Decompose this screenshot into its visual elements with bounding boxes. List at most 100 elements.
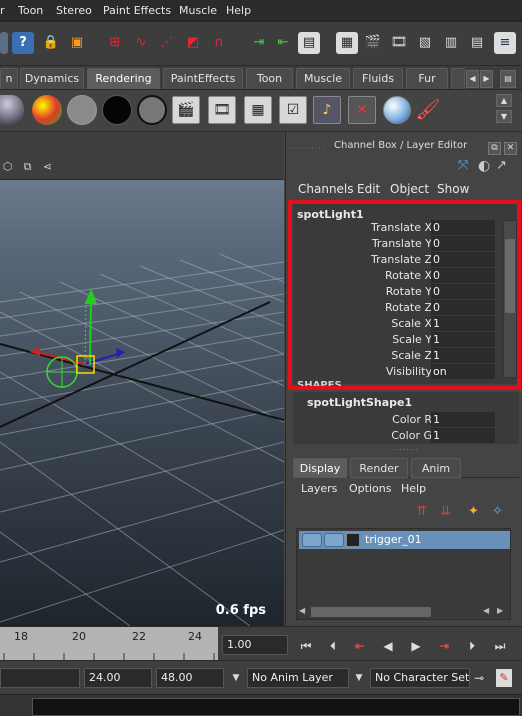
shelf-menu-icon[interactable]: ▤: [500, 70, 516, 88]
menu-show[interactable]: Show: [437, 182, 469, 196]
shelf-tab-animation[interactable]: n: [0, 68, 18, 89]
shelf-tab-dynamics[interactable]: Dynamics: [20, 68, 84, 89]
ipr-clapper-icon[interactable]: 🎞: [208, 96, 236, 124]
tab-render[interactable]: Render: [350, 458, 408, 478]
visibility-toggle-icon[interactable]: ◐: [478, 158, 496, 176]
go-to-start-icon[interactable]: ⏮: [298, 638, 314, 654]
snap-curve-icon[interactable]: ∿: [130, 32, 152, 54]
close-panel-icon[interactable]: ✕: [504, 142, 517, 155]
toggle-attribute-editor-icon[interactable]: ≡: [494, 32, 516, 54]
select-by-hierarchy-icon[interactable]: ▣: [66, 32, 88, 54]
shelf-tab-fur[interactable]: Fur: [406, 68, 448, 89]
menu-edit[interactable]: Edit: [357, 182, 380, 196]
step-forward-key-icon[interactable]: ⇥: [436, 638, 452, 654]
channel-row[interactable]: Color R1: [293, 412, 499, 427]
range-start-field[interactable]: [0, 668, 80, 688]
axis-display-icon[interactable]: ⤧: [458, 158, 478, 176]
frame-icon[interactable]: ⧉: [20, 159, 35, 174]
tab-anim[interactable]: Anim: [411, 458, 461, 478]
anim-layer-dropdown-arrow-icon[interactable]: ▼: [230, 669, 242, 687]
shelf-tab-muscle[interactable]: Muscle: [296, 68, 350, 89]
tab-display[interactable]: Display: [293, 458, 347, 478]
shelf-tab-rendering[interactable]: Rendering: [87, 68, 160, 89]
render-settings-check-icon[interactable]: ☑: [279, 96, 307, 124]
anim-end-field[interactable]: 48.00: [156, 668, 224, 688]
output-ops-icon[interactable]: ⇤: [272, 32, 294, 54]
command-input[interactable]: [32, 698, 520, 716]
layer-list-hscrollbar[interactable]: ◀ ◀ ▶: [297, 605, 510, 619]
channel-value-field[interactable]: 1: [431, 428, 495, 443]
play-forwards-icon[interactable]: ▶: [408, 638, 424, 654]
panel-drag-handle[interactable]: ··········: [290, 144, 325, 153]
menu-item-help[interactable]: Help: [226, 4, 251, 17]
go-to-end-icon[interactable]: ⏭: [492, 638, 508, 654]
character-set-dropdown-arrow-icon[interactable]: ▼: [353, 669, 365, 687]
layer-color-swatch[interactable]: [346, 533, 360, 547]
shape-node-name[interactable]: spotLightShape1: [307, 396, 412, 409]
hypershade-shelf-icon[interactable]: ♪: [313, 96, 341, 124]
channel-value-field[interactable]: 1: [431, 412, 495, 427]
channel-row[interactable]: Color G1: [293, 428, 499, 443]
layer-row[interactable]: trigger_01: [299, 531, 510, 549]
snap-view-plane-icon[interactable]: ◩: [182, 32, 204, 54]
light-linking-icon[interactable]: [383, 96, 411, 124]
scroll-left-icon[interactable]: ◀: [483, 606, 489, 615]
menu-help[interactable]: Help: [401, 482, 426, 495]
input-ops-icon[interactable]: ⇥: [248, 32, 270, 54]
render-frame-icon[interactable]: ▦: [336, 32, 358, 54]
perspective-viewport[interactable]: ⬡ ⧉ ⋖ 0.6 fps: [0, 132, 284, 626]
step-forward-frame-icon[interactable]: ⏵: [464, 638, 480, 654]
scroll-right-icon[interactable]: ▶: [497, 606, 503, 615]
batch-render-icon[interactable]: ▦: [244, 96, 272, 124]
step-back-key-icon[interactable]: ⇤: [352, 638, 368, 654]
menu-channels[interactable]: Channels: [298, 182, 354, 196]
layer-visibility-toggle[interactable]: [302, 533, 322, 547]
shelf-scroll-left-icon[interactable]: ◀: [466, 70, 479, 88]
menu-item-toon[interactable]: Toon: [18, 4, 43, 17]
menu-item-muscle[interactable]: Muscle: [179, 4, 217, 17]
ramp-shader-icon[interactable]: [137, 95, 167, 125]
status-icon-partial[interactable]: [0, 32, 8, 54]
render-settings-icon[interactable]: ▧: [414, 32, 436, 54]
surface-shader-icon[interactable]: [102, 95, 132, 125]
shelf-tab-toon[interactable]: Toon: [246, 68, 293, 89]
scrollbar-thumb[interactable]: [311, 607, 431, 617]
shelf-tab-painteffects[interactable]: PaintEffects: [163, 68, 243, 89]
character-set-select[interactable]: No Character Set: [370, 668, 470, 688]
lambert-material-icon[interactable]: [0, 95, 24, 125]
menu-options[interactable]: Options: [349, 482, 391, 495]
lock-icon[interactable]: 🔒: [40, 32, 62, 54]
float-panel-icon[interactable]: ⧉: [488, 142, 501, 155]
render-layer-icon[interactable]: ✕: [348, 96, 376, 124]
hypershade-icon[interactable]: ▥: [440, 32, 462, 54]
phong-material-icon[interactable]: [67, 95, 97, 125]
paint-brush-icon[interactable]: 🖌: [414, 96, 442, 124]
create-layer-from-selected-icon[interactable]: ✧: [492, 504, 510, 522]
time-ruler[interactable]: 18 20 22 24: [0, 627, 218, 661]
shelf-up-arrow-icon[interactable]: ▲: [496, 94, 512, 107]
anim-start-field[interactable]: 24.00: [84, 668, 152, 688]
scroll-left-icon[interactable]: ◀: [299, 606, 305, 615]
shelf-scroll-right-icon[interactable]: ▶: [480, 70, 493, 88]
shelf-down-arrow-icon[interactable]: ▼: [496, 110, 512, 123]
ipr-render-icon[interactable]: 🎞: [388, 32, 410, 54]
menu-item-paint-effects[interactable]: Paint Effects: [103, 4, 171, 17]
layer-display-type-toggle[interactable]: [324, 533, 344, 547]
shelf-tab-fluids[interactable]: Fluids: [353, 68, 403, 89]
move-layer-up-icon[interactable]: ⇈: [416, 504, 434, 522]
key-icon[interactable]: ⊸: [474, 671, 484, 685]
make-live-icon[interactable]: ∩: [208, 32, 230, 54]
create-empty-layer-icon[interactable]: ✦: [468, 504, 486, 522]
construction-history-icon[interactable]: ▤: [298, 32, 320, 54]
blinn-material-icon[interactable]: [32, 95, 62, 125]
anim-layer-select[interactable]: No Anim Layer: [247, 668, 349, 688]
render-view-icon[interactable]: 🎬: [362, 32, 384, 54]
move-layer-down-icon[interactable]: ⇊: [440, 504, 458, 522]
render-clapper-icon[interactable]: 🎬: [172, 96, 200, 124]
step-back-frame-icon[interactable]: ⏴: [325, 638, 341, 654]
pin-icon[interactable]: ↗: [496, 158, 514, 176]
layer-name[interactable]: trigger_01: [365, 533, 422, 546]
share-icon[interactable]: ⋖: [40, 159, 55, 174]
shelf-tab-more[interactable]: [451, 68, 465, 89]
current-time-field[interactable]: 1.00: [222, 635, 288, 655]
